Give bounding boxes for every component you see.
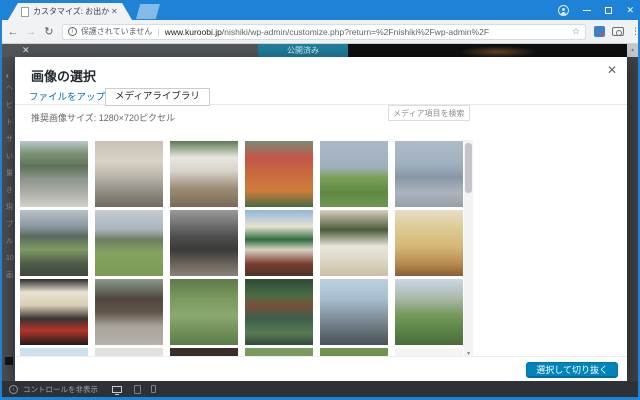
window-close-button[interactable]: ✕ — [626, 0, 634, 20]
media-thumbnail-garden-spring[interactable] — [245, 279, 313, 345]
browser-toolbar: ← → ↻ i 保護されていません | www.kuroobi.jp/nishi… — [0, 20, 640, 44]
back-icon[interactable]: ← — [4, 26, 22, 38]
tab-media-library[interactable]: メディアライブラリ — [105, 88, 210, 106]
media-thumbnail-steaming-rocks[interactable] — [170, 141, 238, 207]
tab-title: カスタマイズ: お出かけ日記… — [33, 7, 109, 16]
media-thumbnail-grassy-hill[interactable] — [320, 141, 388, 207]
media-thumbnail-suspension-bridge[interactable] — [320, 279, 388, 345]
refresh-icon[interactable]: ↻ — [40, 25, 58, 38]
recommended-size-hint: 推奨画像サイズ: 1280×720ピクセル — [31, 113, 176, 123]
select-and-crop-button[interactable]: 選択して切り抜く — [526, 362, 618, 378]
media-thumbnail-street-scene[interactable] — [20, 141, 88, 207]
tab-close-icon[interactable]: ✕ — [111, 7, 118, 16]
browser-window: カスタマイズ: お出かけ日記… ✕ ✕ ← → ↻ i 保護されていません | … — [0, 0, 640, 400]
media-thumbnail-ash-plume[interactable] — [395, 141, 463, 207]
maximize-button[interactable] — [605, 6, 613, 14]
profile-icon[interactable] — [558, 4, 570, 16]
media-thumbnail-partial-dark[interactable] — [170, 348, 238, 356]
modal-footer: 選択して切り抜く — [15, 356, 627, 381]
modal-title: 画像の選択 — [31, 69, 97, 84]
media-thumbnail-ropeway-station[interactable] — [245, 210, 313, 276]
bookmark-star-icon[interactable]: ☆ — [572, 26, 580, 37]
security-status: 保護されていません — [80, 27, 153, 36]
customizer-close-icon: ✕ — [22, 45, 30, 55]
omnibox-separator: | — [157, 26, 160, 37]
preview-photo-dimmed — [348, 44, 627, 58]
media-thumbnail-soba-meal[interactable] — [20, 279, 88, 345]
page-scrollbar-dimmed[interactable]: ▴ — [627, 44, 638, 381]
minimize-button[interactable] — [583, 9, 592, 11]
media-grid — [20, 141, 463, 356]
media-thumbnail-forest-valley[interactable] — [395, 279, 463, 345]
url-path: /nishiki/wp-admin/customize.php?return=%… — [221, 26, 490, 37]
url-domain: www.kuroobi.jp — [164, 26, 222, 37]
window-border-left — [0, 20, 2, 400]
modal-close-icon[interactable]: ✕ — [607, 63, 617, 77]
media-thumbnail-grassland[interactable] — [20, 210, 88, 276]
favicon-icon — [21, 6, 29, 17]
media-thumbnail-wooden-building[interactable] — [95, 279, 163, 345]
media-thumbnail-partial-green-2[interactable] — [320, 348, 388, 356]
sidebar-text-fragments: ヘ ビ ト サ い 量 き 現 プ ル 10 画 — [6, 85, 14, 279]
customizer-footer-bar: ‹ コントロールを非表示 — [2, 381, 638, 397]
sidebar-color-swatch — [5, 357, 13, 365]
media-thumbnail-rice-seaweed[interactable] — [320, 210, 388, 276]
hide-controls-label[interactable]: コントロールを非表示 — [23, 384, 98, 395]
media-thumbnail-partial-grey[interactable] — [95, 348, 163, 356]
page-info-icon[interactable]: i — [67, 27, 77, 36]
media-thumbnail-green-pond[interactable] — [170, 279, 238, 345]
media-thumbnail-tempura[interactable] — [395, 210, 463, 276]
device-desktop-icon[interactable] — [112, 385, 122, 395]
camera-extension-icon[interactable] — [612, 27, 624, 36]
browser-tab[interactable]: カスタマイズ: お出かけ日記… ✕ — [8, 3, 132, 20]
customizer-sidebar-dimmed: ‹ ヘ ビ ト サ い 量 き 現 プ ル 10 画 — [2, 57, 16, 381]
media-select-modal: 画像の選択 ✕ ファイルをアップロード メディアライブラリ 推奨画像サイズ: 1… — [15, 57, 627, 381]
device-tablet-icon[interactable] — [134, 384, 141, 394]
media-search-input[interactable] — [388, 105, 470, 121]
media-thumbnail-crater-smoke[interactable] — [170, 210, 238, 276]
publish-button: 公開済み — [258, 44, 348, 58]
new-tab-button[interactable] — [136, 4, 160, 19]
media-thumbnail-mud-pools[interactable] — [95, 141, 163, 207]
extension-icon[interactable] — [594, 26, 606, 37]
browser-titlebar: カスタマイズ: お出かけ日記… ✕ ✕ — [0, 0, 640, 20]
media-thumbnail-field-hill[interactable] — [95, 210, 163, 276]
url-text: www.kuroobi.jp/nishiki/wp-admin/customiz… — [165, 27, 568, 37]
address-bar[interactable]: i 保護されていません | www.kuroobi.jp/nishiki/wp-… — [61, 23, 587, 40]
media-thumbnail-partial-sky[interactable] — [20, 348, 88, 356]
collapse-controls-icon[interactable]: ‹ — [9, 384, 18, 394]
media-thumbnail-red-pond[interactable] — [245, 141, 313, 207]
media-thumbnail-partial-white[interactable] — [395, 348, 463, 356]
media-thumbnail-partial-green-1[interactable] — [245, 348, 313, 356]
sidebar-back-icon: ‹ — [6, 71, 9, 80]
media-router: ファイルをアップロード メディアライブラリ — [15, 88, 627, 106]
media-grid-scrollbar[interactable]: ▾ — [464, 140, 473, 358]
forward-icon[interactable]: → — [22, 26, 40, 38]
scrollbar-thumb[interactable] — [465, 143, 472, 193]
device-phone-icon[interactable] — [151, 385, 156, 393]
scrollbar-up-icon[interactable]: ▴ — [627, 44, 638, 57]
